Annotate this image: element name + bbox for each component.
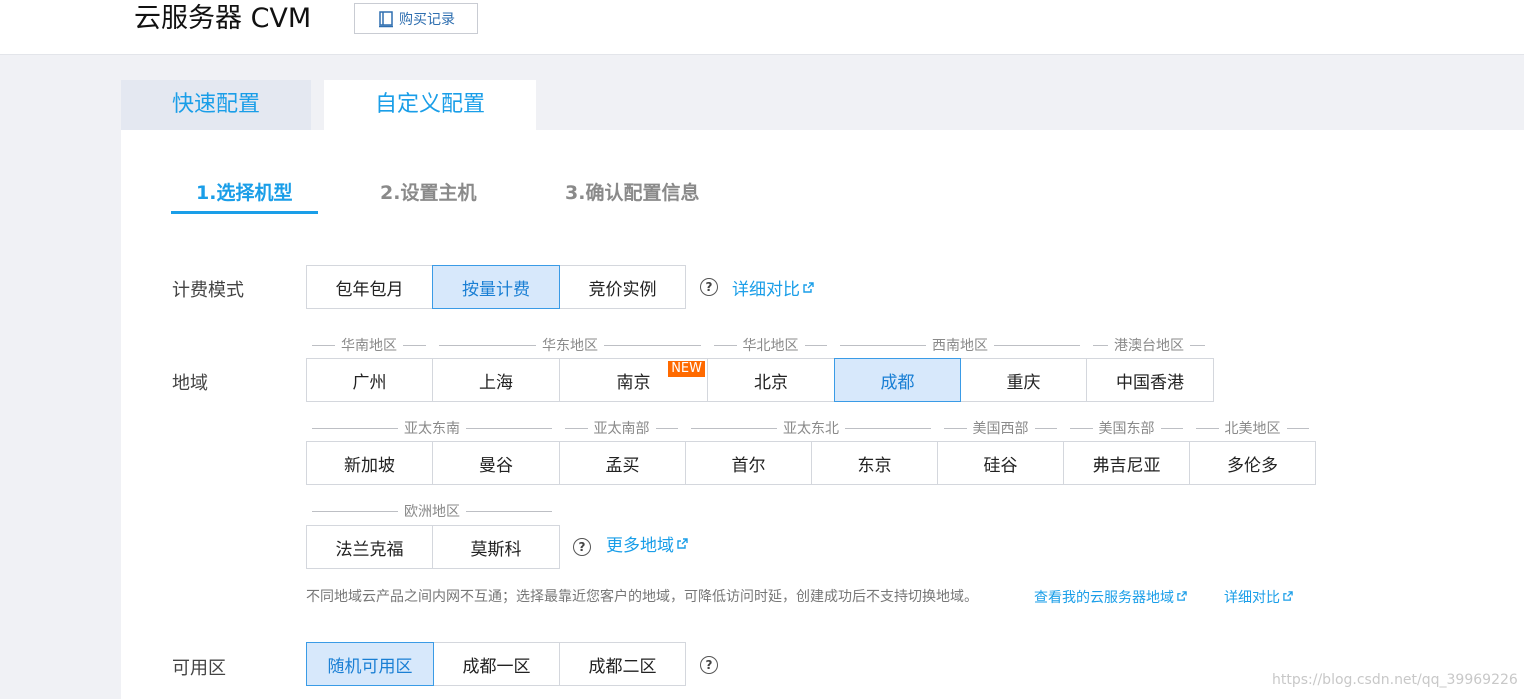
region-option-chongqing[interactable]: 重庆 <box>960 358 1087 402</box>
region-option-mumbai[interactable]: 孟买 <box>559 441 686 485</box>
region-option-nanjing[interactable]: 南京 NEW <box>559 358 708 402</box>
config-panel <box>121 130 1524 699</box>
step-setup-host[interactable]: 2.设置主机 <box>380 178 476 205</box>
region-option-bangkok[interactable]: 曼谷 <box>432 441 560 485</box>
region-option-seoul[interactable]: 首尔 <box>685 441 812 485</box>
billing-compare-link-text: 详细对比 <box>732 280 800 300</box>
zone-option-chengdu-2[interactable]: 成都二区 <box>559 642 686 686</box>
region-group-north-china: 华北地区 <box>714 337 827 354</box>
external-link-icon <box>1283 589 1293 605</box>
region-group-us-west: 美国西部 <box>944 420 1057 437</box>
region-group-hk-macau-taiwan: 港澳台地区 <box>1093 337 1205 354</box>
billing-compare-link[interactable]: 详细对比 <box>732 275 814 300</box>
region-group-ap-southeast: 亚太东南 <box>312 420 552 437</box>
region-option-virginia[interactable]: 弗吉尼亚 <box>1063 441 1190 485</box>
external-link-icon <box>677 534 688 554</box>
purchase-record-label: 购买记录 <box>399 11 455 28</box>
billing-help-icon[interactable]: ? <box>700 278 718 296</box>
region-option-singapore[interactable]: 新加坡 <box>306 441 433 485</box>
step-select-model[interactable]: 1.选择机型 <box>196 178 292 205</box>
watermark: https://blog.csdn.net/qq_39969226 <box>1272 672 1518 688</box>
my-regions-link-text: 查看我的云服务器地域 <box>1034 590 1174 606</box>
region-group-us-east: 美国东部 <box>1070 420 1183 437</box>
region-help-icon[interactable]: ? <box>573 538 591 556</box>
tab-quick-config[interactable]: 快速配置 <box>121 80 311 130</box>
more-regions-link[interactable]: 更多地域 <box>606 531 688 556</box>
region-group-east-china: 华东地区 <box>439 337 701 354</box>
region-option-guangzhou[interactable]: 广州 <box>306 358 433 402</box>
external-link-icon <box>1177 589 1187 605</box>
region-option-shanghai[interactable]: 上海 <box>432 358 560 402</box>
billing-option-spot[interactable]: 竞价实例 <box>559 265 686 309</box>
region-option-beijing[interactable]: 北京 <box>707 358 835 402</box>
region-selector-row2: 新加坡 曼谷 孟买 首尔 东京 硅谷 弗吉尼亚 多伦多 <box>306 441 1316 485</box>
my-regions-link[interactable]: 查看我的云服务器地域 <box>1034 587 1187 607</box>
book-icon <box>377 10 395 28</box>
region-group-north-america: 北美地区 <box>1196 420 1309 437</box>
billing-mode-label: 计费模式 <box>172 280 244 301</box>
region-selector-row3: 法兰克福 莫斯科 <box>306 525 560 569</box>
external-link-icon <box>803 278 814 298</box>
region-group-europe: 欧洲地区 <box>312 503 552 520</box>
step-confirm-config[interactable]: 3.确认配置信息 <box>565 178 699 205</box>
region-selector-row1: 广州 上海 南京 NEW 北京 成都 重庆 中国香港 <box>306 358 1214 402</box>
region-group-ap-northeast: 亚太东北 <box>691 420 931 437</box>
billing-option-pay-as-you-go[interactable]: 按量计费 <box>432 265 560 309</box>
region-option-silicon-valley[interactable]: 硅谷 <box>937 441 1064 485</box>
region-compare-link-text: 详细对比 <box>1224 590 1280 606</box>
zone-option-chengdu-1[interactable]: 成都一区 <box>433 642 560 686</box>
tab-custom-config[interactable]: 自定义配置 <box>324 80 536 130</box>
zone-selector: 随机可用区 成都一区 成都二区 <box>306 642 686 686</box>
purchase-record-button[interactable]: 购买记录 <box>354 3 478 34</box>
active-step-indicator <box>171 211 318 214</box>
billing-mode-selector: 包年包月 按量计费 竞价实例 <box>306 265 686 309</box>
region-option-chengdu[interactable]: 成都 <box>834 358 961 402</box>
region-label: 地域 <box>172 373 208 394</box>
region-option-nanjing-label: 南京 <box>616 372 651 393</box>
region-group-southwest: 西南地区 <box>840 337 1080 354</box>
region-hint-text: 不同地域云产品之间内网不互通；选择最靠近您客户的地域，可降低访问时延，创建成功后… <box>306 589 978 605</box>
region-option-moscow[interactable]: 莫斯科 <box>432 525 560 569</box>
zone-option-random[interactable]: 随机可用区 <box>306 642 434 686</box>
region-group-ap-south: 亚太南部 <box>565 420 678 437</box>
region-option-frankfurt[interactable]: 法兰克福 <box>306 525 433 569</box>
page-title: 云服务器 CVM <box>134 3 312 34</box>
zone-label: 可用区 <box>172 658 226 679</box>
billing-option-annual[interactable]: 包年包月 <box>306 265 433 309</box>
region-option-toronto[interactable]: 多伦多 <box>1189 441 1316 485</box>
region-option-tokyo[interactable]: 东京 <box>811 441 938 485</box>
region-compare-link[interactable]: 详细对比 <box>1224 587 1293 607</box>
more-regions-link-text: 更多地域 <box>606 536 674 556</box>
region-group-south-china: 华南地区 <box>312 337 426 354</box>
region-option-hongkong[interactable]: 中国香港 <box>1086 358 1214 402</box>
new-badge: NEW <box>668 361 705 377</box>
zone-help-icon[interactable]: ? <box>700 656 718 674</box>
